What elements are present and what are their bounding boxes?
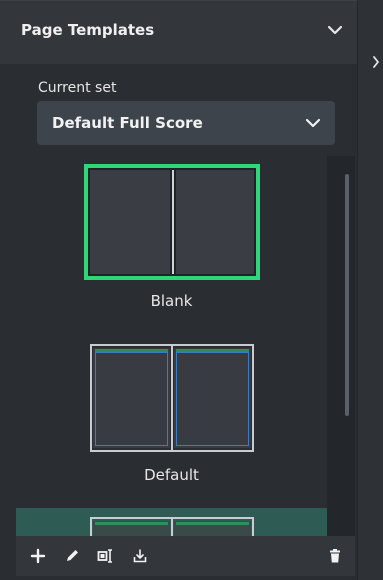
scrollbar-thumb[interactable]	[345, 174, 349, 416]
edit-pencil-icon	[67, 550, 78, 561]
scrollbar-track[interactable]	[327, 156, 355, 536]
chevron-right-icon[interactable]	[372, 54, 380, 70]
music-frame	[176, 352, 249, 446]
page-right	[176, 170, 254, 274]
page-left	[90, 170, 170, 274]
page-templates-root: Page Templates Current set Default Full …	[0, 0, 383, 580]
import-icon	[133, 549, 147, 563]
music-frame	[95, 352, 168, 446]
template-list: Blank Default	[16, 156, 327, 536]
add-icon	[30, 548, 46, 564]
template-thumbnail	[90, 344, 254, 452]
right-collapsed-panel	[357, 0, 383, 580]
current-set-label: Current set	[38, 80, 117, 96]
template-thumbnail	[84, 164, 260, 280]
delete-template-button[interactable]	[321, 542, 349, 570]
page-divider	[171, 346, 173, 450]
template-thumbnail	[90, 517, 254, 536]
chevron-down-icon[interactable]	[326, 23, 344, 37]
template-item-default[interactable]: Default	[16, 336, 327, 496]
edit-template-button[interactable]	[58, 542, 86, 570]
template-label: Blank	[150, 292, 193, 310]
header-bar	[176, 522, 249, 525]
delete-icon	[330, 549, 340, 563]
current-set-select[interactable]: Default Full Score	[37, 101, 335, 145]
header-bar	[95, 522, 168, 525]
panel-header[interactable]: Page Templates	[0, 0, 357, 64]
page-templates-panel: Page Templates Current set Default Full …	[0, 0, 357, 580]
template-label: Default	[144, 466, 199, 484]
page-divider	[171, 519, 173, 536]
current-set-value: Default Full Score	[52, 114, 203, 132]
rename-frame-icon	[97, 549, 112, 563]
import-template-button[interactable]	[126, 542, 154, 570]
page-divider	[172, 170, 174, 274]
template-item-blank[interactable]: Blank	[16, 156, 327, 326]
panel-title: Page Templates	[21, 21, 155, 39]
rename-frame-button[interactable]	[92, 542, 120, 570]
add-template-button[interactable]	[24, 542, 52, 570]
template-toolbar	[16, 536, 355, 576]
chevron-down-icon	[305, 118, 321, 128]
